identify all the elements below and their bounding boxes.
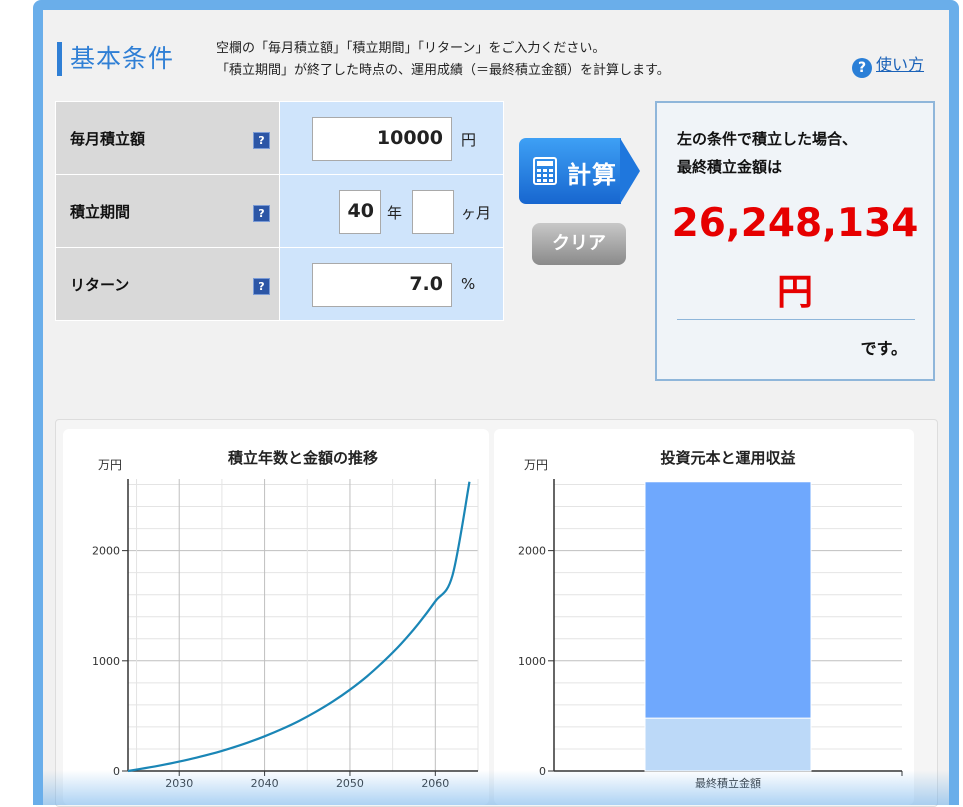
result-currency: 円: [776, 272, 813, 313]
result-divider: [677, 319, 915, 320]
monthly-amount-input[interactable]: 10000: [312, 117, 452, 161]
howto-link[interactable]: ? 使い方: [852, 51, 924, 78]
y-tick-label: 0: [539, 765, 546, 778]
y-tick-label: 2000: [92, 545, 120, 558]
return-unit: %: [461, 275, 476, 293]
bar-principal: [644, 717, 812, 772]
line-chart: 積立年数と金額の推移万円 0 1000 2000 2030 2040 2050 2060: [63, 429, 489, 805]
period-help-icon[interactable]: ?: [253, 205, 270, 222]
chart-title: 投資元本と運用収益: [660, 449, 795, 467]
howto-label: 使い方: [876, 55, 925, 74]
monthly-label: 毎月積立額: [70, 130, 146, 148]
result-line-1: 左の条件で積立した場合、: [677, 130, 858, 148]
bar-profit: [644, 481, 812, 719]
calculator-icon: [533, 157, 557, 185]
period-label: 積立期間: [70, 203, 131, 221]
calculate-button[interactable]: 計算: [519, 138, 640, 204]
result-tail: です。: [860, 339, 907, 358]
instructions: 空欄の「毎月積立額」「積立期間」「リターン」をご入力ください。 「積立期間」が終…: [216, 38, 670, 82]
x-tick-label: 2050: [336, 777, 364, 790]
y-tick-label: 2000: [518, 545, 546, 558]
y-tick-label: 1000: [518, 655, 546, 668]
period-months-input[interactable]: [412, 190, 454, 234]
x-tick-label: 2030: [165, 777, 193, 790]
section-title: 基本条件: [57, 42, 174, 76]
calculate-label: 計算: [567, 161, 617, 189]
return-label: リターン: [70, 276, 130, 294]
bar-chart: 投資元本と運用収益万円 0 1000 2000 最終積立金額: [494, 429, 914, 805]
category-label: 最終積立金額: [695, 776, 761, 790]
return-rate-input[interactable]: 7.0: [312, 263, 452, 307]
result-amount: 26,248,134: [671, 201, 919, 246]
row-period: 積立期間 ? 40 年 ヶ月: [55, 174, 504, 248]
clear-button[interactable]: クリア: [532, 223, 626, 265]
period-years-input[interactable]: 40: [339, 190, 381, 234]
question-circle-icon: ?: [852, 58, 872, 78]
y-axis-unit: 万円: [98, 458, 122, 472]
result-line-2: 最終積立金額は: [677, 158, 783, 176]
chart-title: 積立年数と金額の推移: [227, 449, 378, 467]
monthly-unit: 円: [461, 131, 477, 149]
row-return: リターン ? 7.0 %: [55, 247, 504, 321]
input-form: 毎月積立額 ? 10000 円 積立期間 ? 40 年 ヶ月 リターン ? 7.…: [55, 101, 504, 321]
instructions-line-1: 空欄の「毎月積立額」「積立期間」「リターン」をご入力ください。: [216, 41, 606, 56]
years-unit: 年: [387, 204, 403, 222]
x-tick-label: 2060: [421, 777, 449, 790]
y-tick-label: 0: [113, 765, 120, 778]
months-unit: ヶ月: [461, 204, 492, 222]
monthly-help-icon[interactable]: ?: [253, 132, 270, 149]
x-tick-label: 2040: [251, 777, 279, 790]
result-box: 左の条件で積立した場合、 最終積立金額は 26,248,134 円 です。: [655, 101, 935, 381]
y-tick-label: 1000: [92, 655, 120, 668]
y-axis-unit: 万円: [524, 458, 548, 472]
instructions-line-2: 「積立期間」が終了した時点の、運用成績（＝最終積立金額）を計算します。: [216, 63, 670, 78]
return-help-icon[interactable]: ?: [253, 278, 270, 295]
row-monthly: 毎月積立額 ? 10000 円: [55, 101, 504, 175]
